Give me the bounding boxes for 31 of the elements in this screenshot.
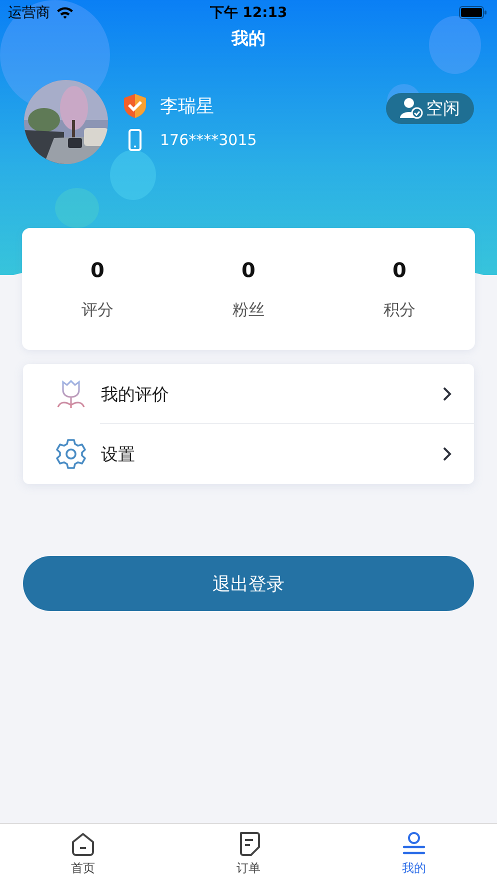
shield-check-icon <box>122 93 148 119</box>
status-button[interactable]: 空闲 <box>386 92 474 124</box>
stat-value: 0 <box>392 258 406 282</box>
chevron-right-icon <box>442 386 452 402</box>
tab-item[interactable]: 订单 <box>166 824 332 883</box>
tab-item[interactable]: 我的 <box>331 824 497 883</box>
menu-item[interactable]: 设置 <box>23 424 474 484</box>
bubble-shape <box>110 150 156 200</box>
user-name: 李瑞星 <box>160 95 214 118</box>
stat-label: 粉丝 <box>232 300 264 320</box>
tab-item[interactable]: 首页 <box>0 824 166 883</box>
stat-value: 0 <box>90 258 104 282</box>
stat-value: 0 <box>242 258 256 282</box>
battery-icon <box>459 6 487 19</box>
stat-label: 积分 <box>384 300 416 320</box>
menu-item[interactable]: 我的评价 <box>23 364 474 424</box>
carrier-name: 运营商 <box>8 4 50 22</box>
stat-label: 评分 <box>82 300 114 320</box>
status-time: 下午 12:13 <box>210 4 288 22</box>
bubble-shape <box>55 188 99 228</box>
phone-number: 176****3015 <box>160 131 257 149</box>
bubble-shape <box>429 16 481 74</box>
profile-icon <box>401 830 428 856</box>
page-title: 我的 <box>230 28 266 50</box>
user-check-icon <box>400 97 424 119</box>
tulip-icon <box>55 378 87 410</box>
settings-icon <box>55 438 87 470</box>
home-icon <box>70 830 96 856</box>
chevron-right-icon <box>442 446 452 462</box>
wifi-icon <box>56 6 74 19</box>
logout-button[interactable]: 退出登录 <box>23 556 474 611</box>
